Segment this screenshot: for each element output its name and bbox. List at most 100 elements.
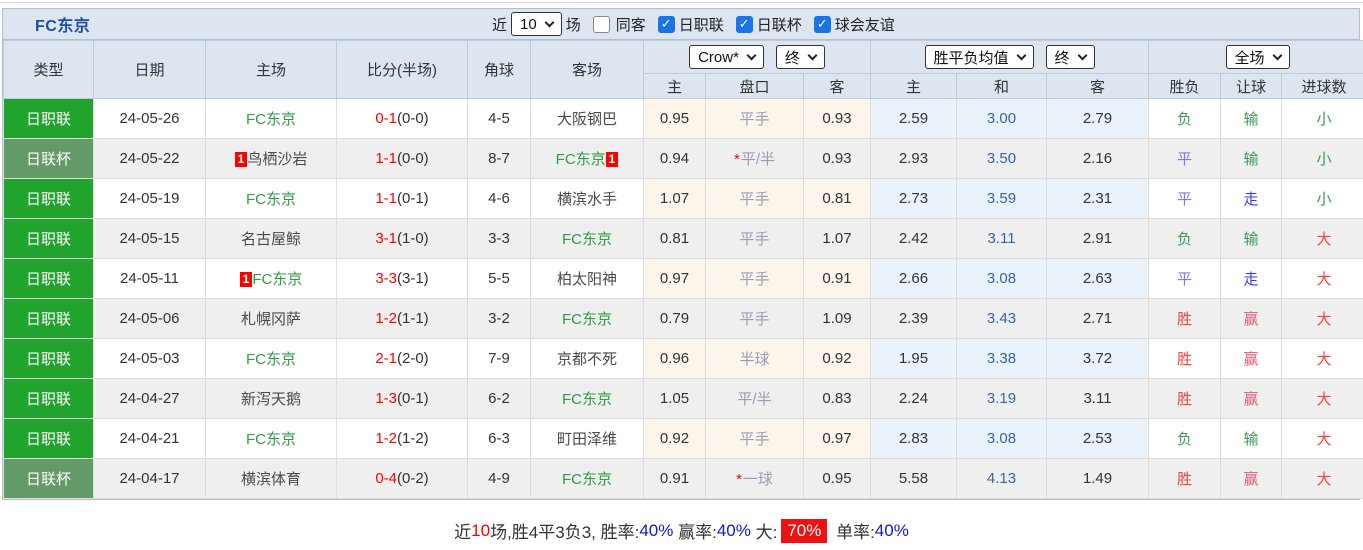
- home-team-cell: 札幌冈萨: [205, 298, 337, 339]
- col-header-date: 日期: [93, 40, 206, 99]
- matches-label: 场: [565, 16, 581, 34]
- type-cell: 日职联: [3, 98, 94, 139]
- avg-home-odds-cell: 5.58: [870, 458, 958, 499]
- handicap-cell: 平手: [705, 258, 804, 299]
- corner-cell: 3-3: [467, 218, 531, 259]
- halftime-score: (1-0): [397, 230, 429, 247]
- halftime-score: (1-2): [397, 430, 429, 447]
- avg-draw-odds-cell: 3.00: [956, 98, 1048, 139]
- type-cell: 日联杯: [3, 458, 94, 499]
- score-cell: 0-4(0-2): [336, 458, 468, 499]
- crow-home-odds-cell: 1.07: [643, 178, 706, 219]
- date-cell: 24-05-03: [93, 338, 206, 379]
- halftime-score: (2-0): [397, 350, 429, 367]
- recent-count-select[interactable]: 10: [511, 12, 562, 36]
- date-cell: 24-05-06: [93, 298, 206, 339]
- avg-period-select[interactable]: 终: [1045, 45, 1095, 69]
- team-name: FC东京: [555, 151, 606, 168]
- col-header-score: 比分(半场): [336, 40, 468, 99]
- date-cell: 24-04-17: [93, 458, 206, 499]
- corner-cell: 7-9: [467, 338, 531, 379]
- handicap-text: 平手: [739, 431, 770, 448]
- result-cell: 胜: [1148, 458, 1222, 499]
- away-team-cell: FC东京: [530, 218, 644, 259]
- result-cell: 负: [1148, 418, 1222, 459]
- filter-label: 同客: [615, 16, 646, 34]
- asterisk-marker: *: [736, 471, 742, 488]
- team-name: 札幌冈萨: [240, 311, 301, 328]
- avg-home-odds-cell: 2.73: [870, 178, 958, 219]
- handicap-text: 一球: [742, 471, 773, 488]
- matches-table: 类型 日期 主场 比分(半场) 角球 客场 Crow* 终 胜平负均值 终 全场…: [3, 40, 1363, 499]
- home-team-cell: 新泻天鹅: [205, 378, 337, 419]
- halftime-score: (1-1): [397, 310, 429, 327]
- score-cell: 3-1(1-0): [336, 218, 468, 259]
- avg-draw-odds-cell: 3.19: [956, 378, 1048, 419]
- avg-odds-select[interactable]: 胜平负均值: [924, 45, 1034, 69]
- team-name: 名古屋鲸: [240, 231, 301, 248]
- corner-cell: 6-2: [467, 378, 531, 419]
- avg-home-odds-cell: 2.24: [870, 378, 958, 419]
- handicap-result-cell: 输: [1220, 98, 1283, 139]
- filter-label: 球会友谊: [834, 16, 895, 34]
- goals-cell: 小: [1281, 98, 1363, 139]
- odds-company-select[interactable]: Crow*: [689, 45, 764, 69]
- home-team-cell: 名古屋鲸: [205, 218, 337, 259]
- fulltime-score: 1-2: [375, 310, 397, 327]
- chevron-down-icon: [1272, 50, 1282, 60]
- odds-period-select[interactable]: 终: [775, 45, 825, 69]
- crow-home-odds-cell: 1.05: [643, 378, 706, 419]
- crow-away-odds-cell: 0.95: [802, 458, 872, 499]
- title-bar: FC东京 近 10 场 同客 ✓ 日职联 ✓ 日联杯 ✓ 球会友谊: [3, 9, 1359, 40]
- handicap-text: 半球: [739, 351, 770, 368]
- recent-count-value: 10: [520, 15, 537, 33]
- halftime-score: (3-1): [397, 270, 429, 287]
- filter-label: 日联杯: [756, 16, 802, 34]
- date-cell: 24-05-11: [93, 258, 206, 299]
- handicap-result-cell: 赢: [1220, 378, 1283, 419]
- home-team-cell: FC东京: [205, 338, 337, 379]
- away-team-cell: 京都不死: [530, 338, 644, 379]
- home-team-cell: 1 鸟栖沙岩: [205, 138, 337, 179]
- handicap-cell: 平手: [705, 298, 804, 339]
- handicap-text: 平手: [739, 111, 770, 128]
- col-header-type: 类型: [3, 40, 94, 99]
- team-name: FC东京: [562, 231, 612, 248]
- fulltime-group-header: 全场: [1148, 40, 1363, 74]
- date-cell: 24-04-21: [93, 418, 206, 459]
- checkbox-checked[interactable]: ✓: [657, 15, 675, 33]
- fulltime-scope-select[interactable]: 全场: [1225, 45, 1290, 69]
- checkbox-checked[interactable]: ✓: [735, 15, 753, 33]
- goals-cell: 大: [1281, 458, 1363, 499]
- team-title: FC东京: [35, 18, 91, 35]
- fulltime-score: 3-3: [375, 270, 397, 287]
- checkbox-unchecked[interactable]: [592, 15, 610, 33]
- crow-home-odds-cell: 0.96: [643, 338, 706, 379]
- sub-header-avg-draw: 和: [956, 73, 1048, 99]
- handicap-result-cell: 赢: [1220, 458, 1283, 499]
- handicap-result-cell: 赢: [1220, 338, 1283, 379]
- chevron-down-icon: [544, 17, 555, 27]
- team-name: FC东京: [246, 431, 296, 448]
- result-cell: 平: [1148, 138, 1222, 179]
- page-top-divider: [0, 2, 1363, 3]
- result-cell: 负: [1148, 98, 1222, 139]
- goals-cell: 小: [1281, 138, 1363, 179]
- corner-cell: 8-7: [467, 138, 531, 179]
- avg-period-value: 终: [1054, 49, 1070, 67]
- rank-badge: 1: [605, 152, 619, 167]
- avg-away-odds-cell: 2.91: [1046, 218, 1150, 259]
- type-cell: 日职联: [3, 378, 94, 419]
- checkbox-checked[interactable]: ✓: [813, 15, 831, 33]
- goals-cell: 大: [1281, 418, 1363, 459]
- type-cell: 日职联: [3, 218, 94, 259]
- summary-segment: 70%: [781, 518, 828, 543]
- goals-cell: 大: [1281, 338, 1363, 379]
- fulltime-score: 1-1: [375, 150, 397, 167]
- away-team-cell: 町田泽维: [530, 418, 644, 459]
- table-header: 类型 日期 主场 比分(半场) 角球 客场 Crow* 终 胜平负均值 终 全场…: [3, 40, 1363, 99]
- fulltime-score: 1-1: [375, 190, 397, 207]
- score-cell: 1-1(0-0): [336, 138, 468, 179]
- team-name: FC东京: [246, 351, 296, 368]
- avg-home-odds-cell: 2.83: [870, 418, 958, 459]
